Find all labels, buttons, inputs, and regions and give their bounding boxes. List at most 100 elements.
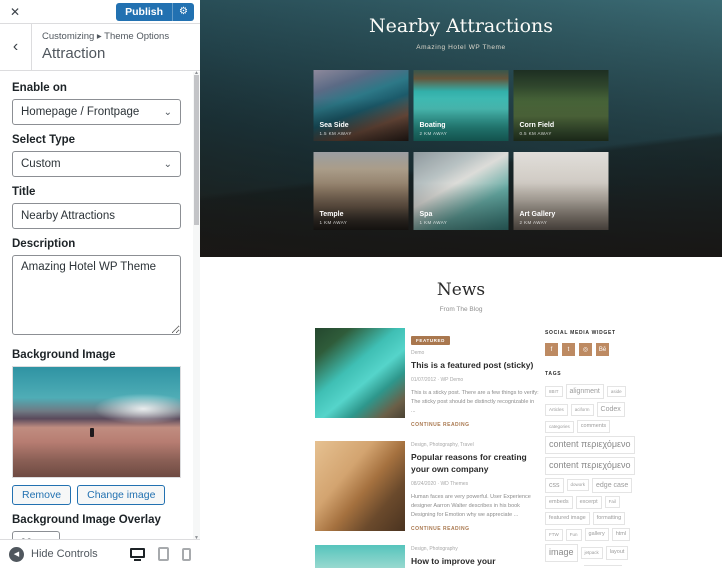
blog-post: Design, Photography How to improve your … xyxy=(315,545,540,568)
tag-link[interactable]: formatting xyxy=(592,511,626,526)
device-preview-switcher xyxy=(130,547,191,561)
tag-link[interactable]: gallery xyxy=(584,528,609,542)
hide-controls-label[interactable]: Hide Controls xyxy=(31,548,98,560)
mobile-preview-icon[interactable] xyxy=(182,547,191,561)
desktop-preview-icon[interactable] xyxy=(130,547,145,561)
sidebar-scrollbar[interactable]: ▲ ▼ xyxy=(193,70,200,541)
tag-link[interactable]: alignment xyxy=(565,384,604,400)
instagram-icon[interactable]: ◎ xyxy=(579,343,592,356)
chevron-down-icon: ⌄ xyxy=(163,158,172,170)
tags-widget-title: TAGS xyxy=(545,371,562,377)
social-widget-title: SOCIAL MEDIA WIDGET xyxy=(545,330,616,336)
tag-link[interactable]: Codex xyxy=(596,402,625,418)
tag-link[interactable]: content περιεχόμενο xyxy=(545,457,635,475)
scrollbar-thumb[interactable] xyxy=(194,75,199,225)
card-label: Corn Field 0.5 KM AWAY xyxy=(520,122,555,136)
select-type-select[interactable]: Custom ⌄ xyxy=(12,151,181,177)
news-section: News From The Blog FEATURED Demo This is… xyxy=(200,257,722,568)
tag-link[interactable]: aciform xyxy=(570,403,594,416)
enable-on-label: Enable on xyxy=(12,82,67,94)
news-section-title: News xyxy=(436,280,486,300)
post-excerpt: This is a sticky post. There are a few t… xyxy=(411,389,539,415)
post-categories[interactable]: Demo xyxy=(411,350,540,356)
continue-reading-link[interactable]: CONTINUE READING xyxy=(411,422,540,428)
close-customizer-button[interactable]: ✕ xyxy=(0,0,30,23)
attraction-card-sea-side[interactable]: Sea Side 1.5 KM AWAY xyxy=(313,70,409,141)
title-input[interactable] xyxy=(12,203,181,229)
tag-link[interactable]: comments xyxy=(576,420,611,434)
tag-link[interactable]: Articles xyxy=(545,403,568,416)
tag-link[interactable]: markup xyxy=(583,564,622,566)
attraction-card-spa[interactable]: Spa 1 KM AWAY xyxy=(413,152,509,230)
tag-link[interactable]: featured image xyxy=(545,511,590,526)
post-thumbnail[interactable] xyxy=(315,545,405,568)
post-title-link[interactable]: Popular reasons for creating your own co… xyxy=(411,452,540,476)
featured-badge: FEATURED xyxy=(411,336,450,345)
tag-link[interactable]: Fail xyxy=(604,496,620,509)
back-button[interactable]: ‹ xyxy=(0,24,32,70)
post-thumbnail[interactable] xyxy=(315,441,405,532)
enable-on-select[interactable]: Homepage / Frontpage ⌄ xyxy=(12,99,181,125)
twitter-icon[interactable]: t xyxy=(562,343,575,356)
blog-posts-column: FEATURED Demo This is a featured post (s… xyxy=(315,328,540,568)
tag-link[interactable]: 8BIT xyxy=(545,385,563,398)
attraction-name: Spa xyxy=(419,211,433,218)
description-label: Description xyxy=(12,238,76,250)
description-textarea[interactable]: Amazing Hotel WP Theme xyxy=(12,255,181,335)
attractions-section-title: Nearby Attractions xyxy=(368,15,554,37)
tag-link[interactable]: jetpack xyxy=(580,547,603,559)
panel-titles: Customizing ▸ Theme Options Attraction xyxy=(32,24,179,70)
wordpress-customizer: ✕ Publish ⚙ ‹ Customizing ▸ Theme Option… xyxy=(0,0,722,568)
publish-settings-button[interactable]: ⚙ xyxy=(172,2,194,21)
tag-link[interactable]: edge case xyxy=(592,477,633,493)
publish-button-group: Publish ⚙ xyxy=(116,2,194,21)
post-thumbnail[interactable] xyxy=(315,328,405,418)
post-title-link[interactable]: How to improve your customer's life-time… xyxy=(411,556,540,568)
facebook-icon[interactable]: f xyxy=(545,343,558,356)
title-label: Title xyxy=(12,186,36,198)
attraction-name: Art Gallery xyxy=(519,211,556,218)
publish-button[interactable]: Publish xyxy=(116,3,172,21)
background-image-preview[interactable] xyxy=(12,366,181,478)
attraction-card-corn-field[interactable]: Corn Field 0.5 KM AWAY xyxy=(513,70,609,141)
tag-link[interactable]: css xyxy=(545,477,564,493)
news-widgets-column: SOCIAL MEDIA WIDGET f t ◎ Bē TAGS 8BIT a… xyxy=(545,328,635,568)
tablet-preview-icon[interactable] xyxy=(158,547,169,561)
attraction-name: Temple xyxy=(319,211,344,218)
tag-link[interactable]: excerpt xyxy=(575,495,602,509)
tag-link[interactable]: image xyxy=(545,544,578,562)
post-categories[interactable]: Design, Photography, Travel xyxy=(411,442,540,448)
continue-reading-link[interactable]: CONTINUE READING xyxy=(411,526,540,532)
attraction-distance: 2 KM AWAY xyxy=(519,220,548,225)
tag-link[interactable]: FTW xyxy=(545,528,563,541)
remove-button[interactable]: Remove xyxy=(12,485,72,505)
tag-link[interactable]: aside xyxy=(606,385,626,398)
tag-link[interactable]: html xyxy=(611,528,631,542)
select-type-label: Select Type xyxy=(12,134,76,146)
tag-link[interactable]: embeds xyxy=(545,495,573,509)
post-categories[interactable]: Design, Photography xyxy=(411,546,540,552)
post-title-link[interactable]: This is a featured post (sticky) xyxy=(411,360,540,372)
attraction-card-temple[interactable]: Temple 1 KM AWAY xyxy=(313,152,409,230)
tag-link[interactable]: content περιεχόμενο xyxy=(545,436,635,455)
card-label: Art Gallery 2 KM AWAY xyxy=(520,211,556,225)
collapse-sidebar-button[interactable]: ◀ xyxy=(9,546,24,562)
attraction-card-art-gallery[interactable]: Art Gallery 2 KM AWAY xyxy=(513,152,609,230)
attraction-distance: 1.5 KM AWAY xyxy=(319,131,352,136)
overlay-input[interactable] xyxy=(12,531,60,539)
tag-link[interactable]: Fun xyxy=(565,528,582,541)
news-content: FEATURED Demo This is a featured post (s… xyxy=(315,328,635,568)
attraction-distance: 2 KM AWAY xyxy=(419,131,448,136)
tag-link[interactable]: categories xyxy=(545,420,574,433)
attraction-distance: 1 KM AWAY xyxy=(319,220,348,225)
attractions-section-subtitle: Amazing Hotel WP Theme xyxy=(416,44,506,51)
chevron-down-icon: ⌄ xyxy=(163,106,172,118)
attraction-card-boating[interactable]: Boating 2 KM AWAY xyxy=(413,70,509,141)
tag-link[interactable]: dowork xyxy=(566,479,590,492)
post-meta: 08/24/2020 · WD Themes xyxy=(411,480,469,487)
change-image-button[interactable]: Change image xyxy=(77,485,166,505)
tag-cloud: 8BIT alignment aside Articles aciform Co… xyxy=(545,384,635,566)
attraction-distance: 0.5 KM AWAY xyxy=(519,131,552,136)
behance-icon[interactable]: Bē xyxy=(596,343,609,356)
tag-link[interactable]: layout xyxy=(605,546,629,560)
